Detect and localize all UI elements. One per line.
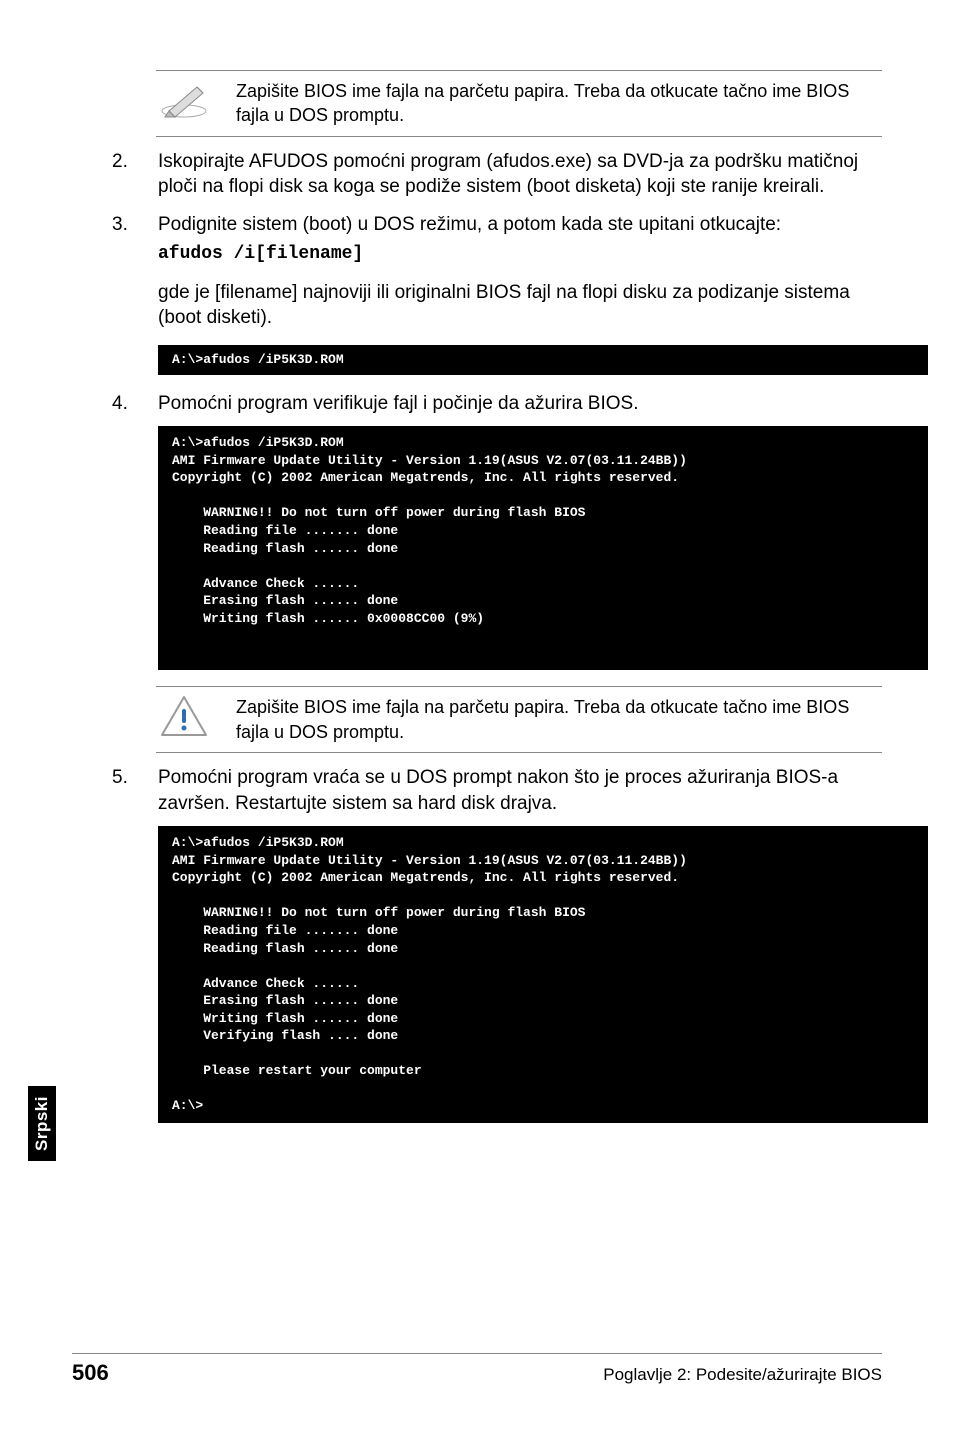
step-5-num: 5. bbox=[112, 765, 130, 816]
step-2-num: 2. bbox=[112, 149, 130, 200]
step-4-num: 4. bbox=[112, 391, 130, 417]
terminal-output-1: A:\>afudos /iP5K3D.ROM bbox=[158, 345, 928, 375]
page-number: 506 bbox=[72, 1360, 109, 1386]
note-block-1: Zapišite BIOS ime fajla na parčetu papir… bbox=[156, 70, 882, 137]
step-3-command: afudos /i[filename] bbox=[158, 242, 882, 266]
step-2: 2. Iskopirajte AFUDOS pomoćni program (a… bbox=[112, 149, 882, 200]
step-5: 5. Pomoćni program vraća se u DOS prompt… bbox=[112, 765, 882, 816]
step-5-body: Pomoćni program vraća se u DOS prompt na… bbox=[158, 765, 882, 816]
note-block-2: Zapišite BIOS ime fajla na parčetu papir… bbox=[156, 686, 882, 753]
terminal-output-3: A:\>afudos /iP5K3D.ROM AMI Firmware Upda… bbox=[158, 826, 928, 1123]
step-3-body: Podignite sistem (boot) u DOS režimu, a … bbox=[158, 214, 781, 235]
terminal-output-2: A:\>afudos /iP5K3D.ROM AMI Firmware Upda… bbox=[158, 426, 928, 670]
step-3-subpara: gde je [filename] najnoviji ili original… bbox=[158, 280, 882, 331]
note-pencil-icon bbox=[156, 79, 212, 121]
language-side-tab: Srpski bbox=[28, 1086, 56, 1161]
note-2-text: Zapišite BIOS ime fajla na parčetu papir… bbox=[236, 695, 882, 744]
step-4-body: Pomoćni program verifikuje fajl i počinj… bbox=[158, 391, 882, 417]
page-footer: 506 Poglavlje 2: Podesite/ažurirajte BIO… bbox=[72, 1353, 882, 1386]
step-4: 4. Pomoćni program verifikuje fajl i poč… bbox=[112, 391, 882, 417]
alert-icon bbox=[156, 695, 212, 737]
step-2-body: Iskopirajte AFUDOS pomoćni program (afud… bbox=[158, 149, 882, 200]
step-3-num: 3. bbox=[112, 212, 130, 266]
footer-chapter: Poglavlje 2: Podesite/ažurirajte BIOS bbox=[603, 1365, 882, 1385]
note-1-text: Zapišite BIOS ime fajla na parčetu papir… bbox=[236, 79, 882, 128]
step-3: 3. Podignite sistem (boot) u DOS režimu,… bbox=[112, 212, 882, 266]
